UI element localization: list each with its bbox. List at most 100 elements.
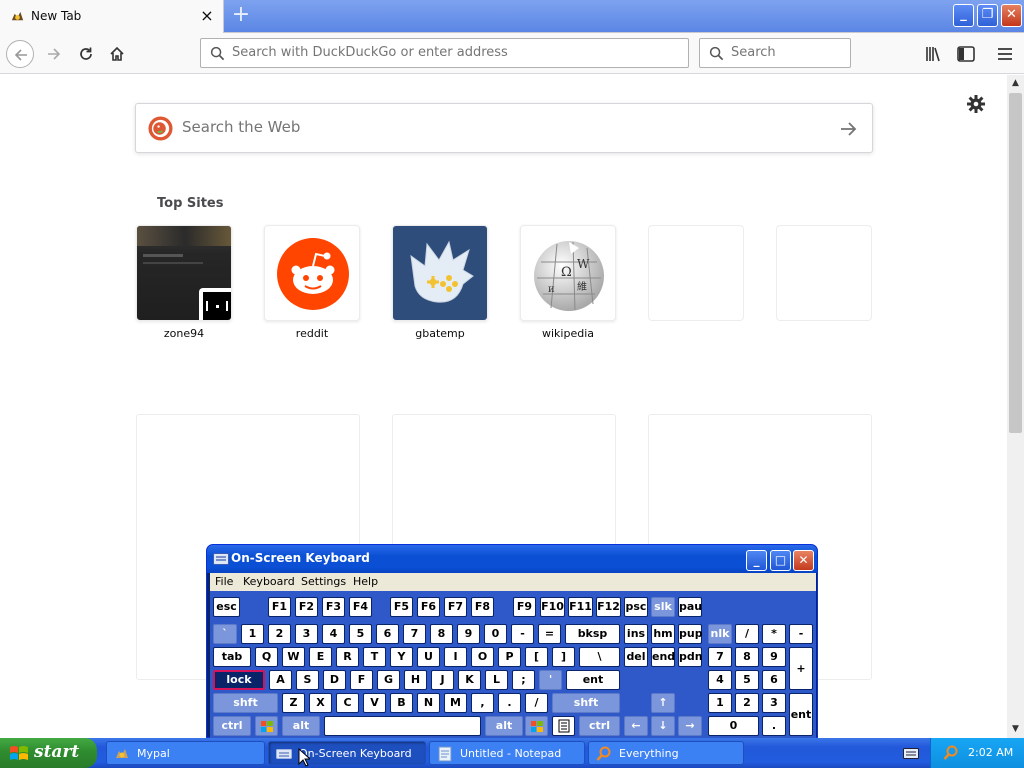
key-p[interactable]: P — [498, 647, 521, 667]
key-numpad-6[interactable]: 6 — [762, 670, 786, 690]
key-right-shift[interactable]: shft — [552, 693, 620, 713]
key-numpad-3[interactable]: 3 — [762, 693, 786, 713]
taskbar-item-everything[interactable]: Everything — [588, 741, 744, 765]
key-numpad-multiply[interactable]: * — [762, 624, 786, 644]
home-button[interactable] — [103, 40, 131, 68]
key-0[interactable]: 0 — [484, 624, 507, 644]
key-backtick[interactable]: ` — [213, 624, 237, 644]
key-quote[interactable]: ' — [539, 670, 562, 690]
key-z[interactable]: Z — [282, 693, 305, 713]
address-input[interactable] — [232, 45, 672, 60]
key-y[interactable]: Y — [390, 647, 413, 667]
key-i[interactable]: I — [444, 647, 467, 667]
keyboard-layout-icon[interactable] — [903, 746, 919, 760]
key-right-bracket[interactable]: ] — [552, 647, 575, 667]
key-5[interactable]: 5 — [349, 624, 372, 644]
key-numpad-decimal[interactable]: . — [762, 716, 786, 736]
key-8[interactable]: 8 — [430, 624, 453, 644]
key-g[interactable]: G — [377, 670, 400, 690]
magnifier-icon[interactable] — [943, 745, 959, 761]
key-slash[interactable]: / — [525, 693, 548, 713]
top-site-tile[interactable]: reddit — [264, 225, 360, 340]
key-numpad-8[interactable]: 8 — [735, 647, 759, 667]
key-right-alt[interactable]: alt — [485, 716, 523, 736]
key-k[interactable]: K — [458, 670, 481, 690]
key-left-ctrl[interactable]: ctrl — [213, 716, 251, 736]
key-s[interactable]: S — [296, 670, 319, 690]
key-b[interactable]: B — [390, 693, 413, 713]
key-h[interactable]: H — [404, 670, 427, 690]
osk-menu-keyboard[interactable]: Keyboard — [243, 575, 295, 588]
key-f8[interactable]: F8 — [471, 597, 494, 617]
taskbar-item-notepad[interactable]: Untitled - Notepad — [429, 741, 585, 765]
key-numpad-1[interactable]: 1 — [708, 693, 732, 713]
key-del[interactable]: del — [624, 647, 648, 667]
osk-menu-settings[interactable]: Settings — [301, 575, 346, 588]
key-l[interactable]: L — [485, 670, 508, 690]
key-f11[interactable]: F11 — [568, 597, 593, 617]
key-a[interactable]: A — [269, 670, 292, 690]
key-4[interactable]: 4 — [322, 624, 345, 644]
key-1[interactable]: 1 — [241, 624, 264, 644]
page-scrollbar[interactable]: ▲ ▼ — [1007, 75, 1024, 738]
key-q[interactable]: Q — [255, 647, 278, 667]
key-pup[interactable]: pup — [678, 624, 703, 644]
key-numpad-enter[interactable]: ent — [789, 693, 813, 736]
key-ins[interactable]: ins — [624, 624, 648, 644]
key-numpad-2[interactable]: 2 — [735, 693, 759, 713]
key-slk[interactable]: slk — [651, 597, 675, 617]
key-left-shift[interactable]: shft — [213, 693, 278, 713]
key-6[interactable]: 6 — [376, 624, 399, 644]
sidebar-icon[interactable] — [956, 44, 976, 64]
key-pdn[interactable]: pdn — [678, 647, 703, 667]
key-u[interactable]: U — [417, 647, 440, 667]
key-nlk[interactable]: nlk — [708, 624, 732, 644]
key-arrow-down[interactable]: ↓ — [651, 716, 675, 736]
key-numpad-subtract[interactable]: - — [789, 624, 813, 644]
key-end[interactable]: end — [651, 647, 675, 667]
key-psc[interactable]: psc — [624, 597, 648, 617]
key-caps-lock[interactable]: lock — [213, 670, 265, 690]
key-numpad-add[interactable]: + — [789, 647, 813, 690]
new-tab-button[interactable]: + — [230, 4, 252, 27]
osk-maximize-button[interactable]: □ — [770, 550, 791, 571]
key-x[interactable]: X — [309, 693, 332, 713]
osk-title-bar[interactable]: On-Screen Keyboard _ □ ✕ — [207, 545, 817, 573]
key-hm[interactable]: hm — [651, 624, 675, 644]
key-numpad-4[interactable]: 4 — [708, 670, 732, 690]
key-space[interactable] — [324, 716, 481, 736]
osk-minimize-button[interactable]: _ — [746, 550, 767, 571]
key-f6[interactable]: F6 — [417, 597, 440, 617]
key-backspace[interactable]: bksp — [565, 624, 620, 644]
key-t[interactable]: T — [363, 647, 386, 667]
key-f9[interactable]: F9 — [513, 597, 536, 617]
key-e[interactable]: E — [309, 647, 332, 667]
start-button[interactable]: start — [0, 738, 97, 768]
scroll-down-arrow-icon[interactable]: ▼ — [1007, 721, 1024, 738]
key-pau[interactable]: pau — [678, 597, 702, 617]
top-site-tile[interactable]: zone94 — [136, 225, 232, 340]
osk-close-button[interactable]: ✕ — [793, 550, 814, 571]
scrollbar-thumb[interactable] — [1009, 93, 1022, 433]
key-semicolon[interactable]: ; — [512, 670, 535, 690]
web-search-box[interactable] — [135, 103, 873, 153]
key-r[interactable]: R — [336, 647, 359, 667]
key-tab[interactable]: tab — [213, 647, 251, 667]
gear-icon[interactable] — [966, 94, 986, 114]
tab-new-tab[interactable]: New Tab × — [0, 0, 224, 33]
window-minimize-button[interactable]: _ — [953, 4, 974, 27]
key-f[interactable]: F — [350, 670, 373, 690]
key-numpad-9[interactable]: 9 — [762, 647, 786, 667]
key-minus[interactable]: - — [511, 624, 534, 644]
taskbar-item-mypal[interactable]: Mypal — [106, 741, 265, 765]
window-maximize-button[interactable]: ❐ — [977, 4, 998, 27]
window-close-button[interactable]: ✕ — [1001, 4, 1022, 27]
key-esc[interactable]: esc — [213, 597, 240, 617]
osk-menu-help[interactable]: Help — [353, 575, 378, 588]
key-f2[interactable]: F2 — [295, 597, 318, 617]
key-o[interactable]: O — [471, 647, 494, 667]
key-arrow-left[interactable]: ← — [624, 716, 648, 736]
key-period[interactable]: . — [498, 693, 521, 713]
key-left-bracket[interactable]: [ — [525, 647, 548, 667]
key-left-alt[interactable]: alt — [282, 716, 320, 736]
